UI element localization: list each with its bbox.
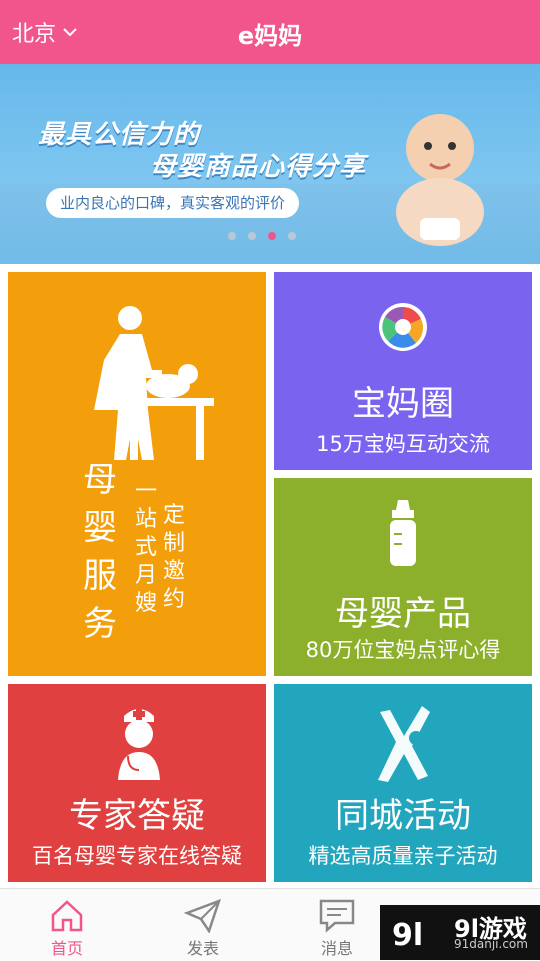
watermark: 9l 9l游戏 91danji.com [380, 905, 540, 960]
carousel-dot[interactable] [288, 232, 296, 240]
carousel-dot-active[interactable] [268, 232, 276, 240]
nurse-doctor-icon [118, 708, 160, 780]
watermark-url: 91danji.com [454, 937, 528, 951]
carousel-dot[interactable] [228, 232, 236, 240]
tile-events-sub: 精选高质量亲子活动 [308, 844, 498, 868]
tile-products-title: 母婴产品 [335, 594, 471, 634]
promo-banner[interactable]: 最具公信力的 母婴商品心得分享 业内良心的口碑，真实客观的评价 [0, 64, 540, 264]
nanny-changing-baby-icon [94, 306, 214, 460]
tab-messages-label: 消息 [320, 939, 353, 958]
tab-home[interactable]: 首页 [22, 889, 112, 961]
tile-maternity-services[interactable]: 母婴服务 一站式月嫂 定制邀约 [8, 272, 266, 676]
svg-text:9l: 9l [392, 918, 423, 953]
tab-messages[interactable]: 消息 [292, 889, 382, 961]
tile-circle-title: 宝妈圈 [352, 384, 454, 424]
tile-mom-circle[interactable]: 宝妈圈 15万宝妈互动交流 [274, 272, 532, 470]
tile-maternity-title: 母婴服务 [83, 460, 117, 644]
tile-maternity-sub-2: 定制邀约 [162, 503, 185, 612]
carousel-dot[interactable] [248, 232, 256, 240]
tile-local-events[interactable]: 同城活动 精选高质量亲子活动 [274, 684, 532, 882]
tab-home-label: 首页 [50, 939, 83, 958]
app-title: e妈妈 [237, 22, 303, 50]
tile-expert-qa[interactable]: 专家答疑 百名母婴专家在线答疑 [8, 684, 266, 882]
tile-circle-sub: 15万宝妈互动交流 [316, 432, 490, 456]
carousel-dots[interactable] [228, 232, 296, 240]
family-hands-icon [378, 706, 430, 782]
baby-bottle-icon [390, 500, 416, 566]
top-bar: 北京 e妈妈 [0, 0, 540, 64]
tab-post-label: 发表 [186, 939, 219, 958]
tile-events-title: 同城活动 [335, 796, 471, 836]
tab-post[interactable]: 发表 [158, 889, 248, 961]
tile-maternity-sub-1: 一站式月嫂 [134, 479, 157, 616]
tile-experts-title: 专家答疑 [69, 796, 205, 836]
banner-headline-2: 母婴商品心得分享 [150, 152, 367, 182]
baby-image [396, 114, 484, 246]
tile-baby-products[interactable]: 母婴产品 80万位宝妈点评心得 [274, 478, 532, 676]
color-wheel-icon [379, 303, 427, 351]
tile-products-sub: 80万位宝妈点评心得 [305, 638, 501, 662]
send-icon [183, 898, 222, 933]
banner-tagline: 业内良心的口碑，真实客观的评价 [46, 188, 300, 218]
tile-experts-sub: 百名母婴专家在线答疑 [32, 844, 242, 868]
home-icon [51, 900, 83, 932]
message-icon [319, 899, 355, 933]
watermark-logo-icon: 9l [392, 918, 423, 953]
